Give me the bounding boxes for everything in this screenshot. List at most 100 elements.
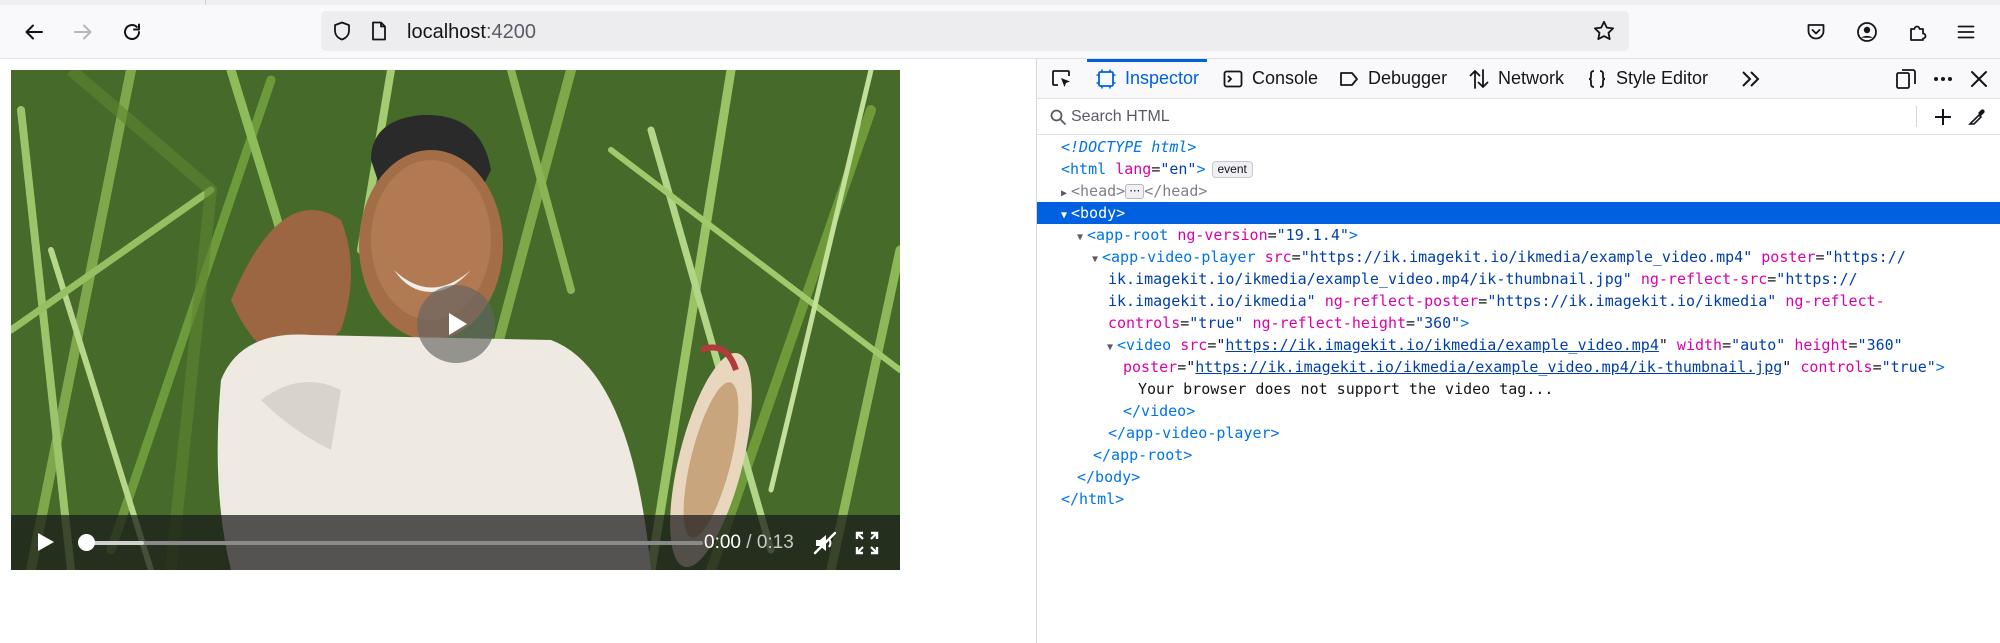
- back-icon: [25, 24, 43, 40]
- bookmark-star-icon[interactable]: [1592, 19, 1616, 43]
- url-text[interactable]: localhost:4200: [407, 21, 536, 44]
- tree-node-video-text[interactable]: Your browser does not support the video …: [1037, 378, 2000, 400]
- duration: / 0:13: [746, 532, 794, 553]
- account-button[interactable]: [1851, 16, 1883, 48]
- current-time: 0:00: [704, 532, 741, 553]
- tab-console[interactable]: Console: [1222, 59, 1318, 98]
- player-poster-value-2: ik.imagekit.io/ikmedia/example_video.mp4…: [1108, 270, 1632, 288]
- tree-node-head[interactable]: ▶ <head> ⋯ </head>: [1037, 180, 2000, 202]
- video-controls-value: "true": [1881, 358, 1936, 376]
- tree-node-app-video-player-cont-1: ik.imagekit.io/ikmedia/example_video.mp4…: [1108, 270, 1858, 288]
- pocket-button[interactable]: [1800, 16, 1832, 48]
- tab-debugger[interactable]: Debugger: [1338, 59, 1447, 98]
- video-controls-bar: 0:00 / 0:13: [11, 515, 900, 570]
- tree-node-video-cont: poster="https://ik.imagekit.io/ikmedia/e…: [1123, 358, 1945, 376]
- tree-node-body[interactable]: ▼ <body>: [1037, 202, 2000, 224]
- debugger-icon: [1340, 71, 1358, 86]
- reflect-poster-value: "https://ik.imagekit.io/ikmedia": [1487, 292, 1777, 310]
- video-width-value: "auto": [1731, 336, 1786, 354]
- more-tabs-chevron-icon[interactable]: [1739, 67, 1763, 91]
- tab-style-editor-label: Style Editor: [1616, 68, 1709, 88]
- video-src-link[interactable]: https://ik.imagekit.io/ikmedia/example_v…: [1225, 336, 1658, 354]
- tree-node-video[interactable]: ▼ <video src="https://ik.imagekit.io/ikme…: [1037, 334, 2000, 356]
- tree-node-app-root[interactable]: ▼ <app-root ng-version="19.1.4">: [1037, 224, 2000, 246]
- dock-side-icon[interactable]: [1894, 67, 1918, 91]
- style-editor-icon: [1588, 69, 1606, 88]
- play-icon: [449, 313, 467, 335]
- forward-button[interactable]: [67, 16, 99, 48]
- tree-node-html[interactable]: <html lang="en"> event: [1037, 158, 2000, 180]
- tree-node-app-video-player[interactable]: ▼ <app-video-player src="https://ik.image…: [1037, 246, 2000, 268]
- menu-icon: [1957, 25, 1975, 39]
- tree-node-html-close[interactable]: </html>: [1037, 488, 2000, 510]
- tab-console-label: Console: [1252, 68, 1319, 88]
- big-play-button[interactable]: [417, 285, 495, 363]
- reload-icon: [124, 23, 140, 40]
- tab-style-editor[interactable]: Style Editor: [1586, 59, 1708, 98]
- tab-debugger-label: Debugger: [1368, 68, 1448, 88]
- tab-network-label: Network: [1498, 68, 1565, 88]
- browser-toolbar: localhost:4200: [0, 5, 2000, 59]
- tab-inspector-label: Inspector: [1125, 68, 1200, 88]
- tab-inspector[interactable]: Inspector: [1086, 59, 1208, 98]
- tree-node-app-root-close[interactable]: </app-root>: [1037, 444, 2000, 466]
- divider: [1916, 106, 1917, 127]
- search-icon: [1050, 109, 1066, 125]
- reflect-controls-value: "true": [1189, 314, 1244, 332]
- eyedropper-icon[interactable]: [1967, 107, 1987, 127]
- url-bar[interactable]: localhost:4200: [321, 11, 1629, 51]
- player-poster-value-1: "https://: [1824, 248, 1906, 266]
- devtools-tabbar: Inspector Console Debugger Network Style…: [1037, 59, 2000, 99]
- video-poster-link[interactable]: https://ik.imagekit.io/ikmedia/example_v…: [1195, 358, 1782, 376]
- tree-node-doctype[interactable]: <!DOCTYPE html>: [1037, 136, 2000, 158]
- event-badge[interactable]: event: [1211, 161, 1253, 178]
- reflect-height-value: "360": [1415, 314, 1461, 332]
- tree-node-app-video-player-cont-2: ik.imagekit.io/ikmedia" ng-reflect-poste…: [1108, 292, 1885, 310]
- ng-version-value: "19.1.4": [1276, 226, 1349, 244]
- console-icon: [1223, 70, 1243, 87]
- search-html-bar: [1037, 99, 2000, 135]
- search-html-input[interactable]: [1069, 102, 1953, 132]
- forward-icon: [74, 24, 92, 40]
- extensions-icon: [1910, 25, 1927, 41]
- reload-button[interactable]: [116, 16, 148, 48]
- element-picker-icon[interactable]: [1049, 67, 1073, 91]
- menu-button[interactable]: [1950, 16, 1982, 48]
- seek-thumb[interactable]: [78, 534, 95, 551]
- inspector-icon: [1096, 69, 1116, 88]
- tree-node-app-video-player-cont-3: controls="true" ng-reflect-height="360">: [1108, 314, 1470, 332]
- more-options-icon[interactable]: [1931, 67, 1955, 91]
- video-height-value: "360": [1857, 336, 1903, 354]
- collapsed-ellipsis[interactable]: ⋯: [1125, 184, 1145, 199]
- close-icon[interactable]: [1967, 67, 1991, 91]
- url-host: localhost: [407, 21, 486, 43]
- mute-icon[interactable]: [812, 530, 838, 556]
- network-icon: [1469, 68, 1489, 89]
- tree-node-app-video-player-close[interactable]: </app-video-player>: [1037, 422, 2000, 444]
- account-icon: [1857, 22, 1877, 42]
- tree-node-body-close[interactable]: </body>: [1037, 466, 2000, 488]
- page-icon[interactable]: [368, 20, 390, 42]
- video-fallback-text: Your browser does not support the video …: [1138, 380, 1554, 398]
- seek-bar[interactable]: [87, 541, 703, 545]
- player-src-value: "https://ik.imagekit.io/ikmedia/example_…: [1300, 248, 1753, 266]
- reflect-src-value-1: "https://: [1776, 270, 1858, 288]
- doctype-text: <!DOCTYPE html>: [1061, 138, 1197, 156]
- html-lang-value: "en": [1160, 160, 1197, 178]
- time-display: 0:00 / 0:13: [704, 532, 794, 554]
- fullscreen-icon[interactable]: [854, 530, 880, 556]
- add-node-icon[interactable]: [1933, 107, 1953, 127]
- play-icon[interactable]: [33, 530, 57, 554]
- video-player[interactable]: 0:00 / 0:13: [11, 70, 900, 570]
- tree-node-video-close[interactable]: </video>: [1037, 400, 2000, 422]
- page-content: 0:00 / 0:13: [0, 59, 1036, 643]
- url-port: :4200: [485, 21, 536, 43]
- buffered-range: [87, 541, 144, 545]
- pocket-icon: [1807, 24, 1825, 40]
- devtools-panel: Inspector Console Debugger Network Style…: [1036, 59, 2000, 643]
- reflect-src-value-2: ik.imagekit.io/ikmedia": [1108, 292, 1316, 310]
- extensions-button[interactable]: [1901, 16, 1933, 48]
- back-button[interactable]: [18, 16, 50, 48]
- tab-network[interactable]: Network: [1468, 59, 1564, 98]
- shield-icon[interactable]: [331, 20, 353, 42]
